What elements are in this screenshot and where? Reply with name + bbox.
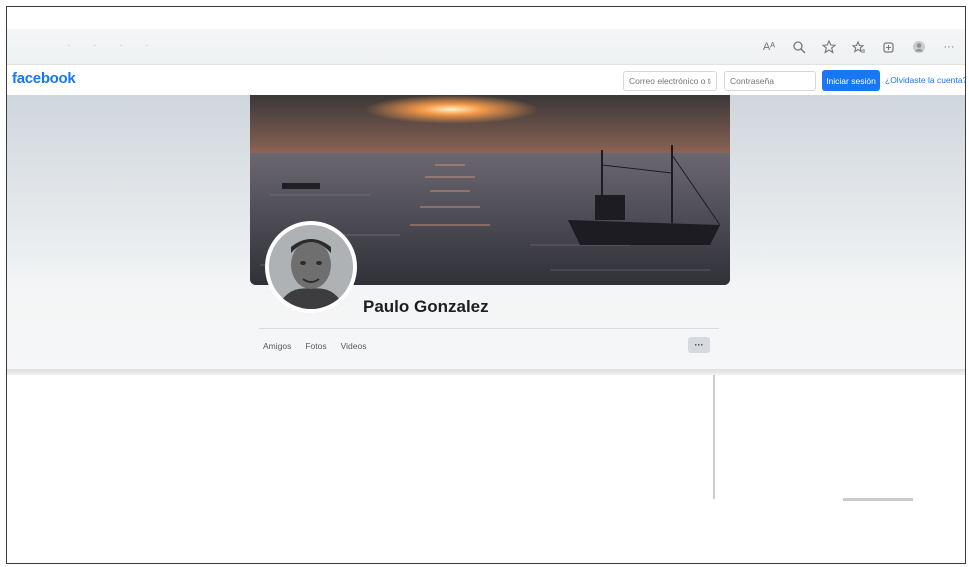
tab-videos[interactable]: Videos: [341, 341, 367, 351]
browser-toolbar: · · · · Aᴬ ···: [7, 29, 965, 65]
login-button[interactable]: Iniciar sesión: [822, 70, 880, 91]
tabs-divider: [259, 328, 719, 329]
favorites-icon[interactable]: [851, 39, 867, 55]
profile-photo: [269, 225, 353, 309]
forgot-account-link[interactable]: ¿Olvidaste la cuenta?: [885, 75, 965, 85]
band-bottom-edge: [7, 369, 965, 375]
content-placeholder-line: [843, 498, 913, 501]
zoom-icon[interactable]: [791, 39, 807, 55]
column-divider: [713, 375, 715, 499]
facebook-header: facebook Iniciar sesión ¿Olvidaste la cu…: [7, 65, 965, 95]
tab-strip-hint: · · · ·: [67, 40, 159, 51]
read-aloud-icon[interactable]: Aᴬ: [761, 39, 777, 55]
facebook-logo[interactable]: facebook: [12, 70, 76, 87]
profile-icon[interactable]: [911, 39, 927, 55]
email-field[interactable]: [623, 71, 717, 91]
collections-icon[interactable]: [881, 39, 897, 55]
more-options-button[interactable]: ···: [688, 337, 710, 353]
screenshot-frame: · · · · Aᴬ ··· facebook Iniciar ses: [6, 6, 966, 564]
browser-toolbar-icons: Aᴬ ···: [761, 39, 957, 55]
tab-amigos[interactable]: Amigos: [263, 341, 291, 351]
more-icon[interactable]: ···: [941, 39, 957, 55]
profile-name: Paulo Gonzalez: [363, 297, 489, 316]
tab-fotos[interactable]: Fotos: [305, 341, 326, 351]
favorite-add-icon[interactable]: [821, 39, 837, 55]
password-field[interactable]: [724, 71, 816, 91]
profile-tabs: Amigos Fotos Videos: [263, 341, 380, 351]
avatar[interactable]: [265, 221, 357, 313]
